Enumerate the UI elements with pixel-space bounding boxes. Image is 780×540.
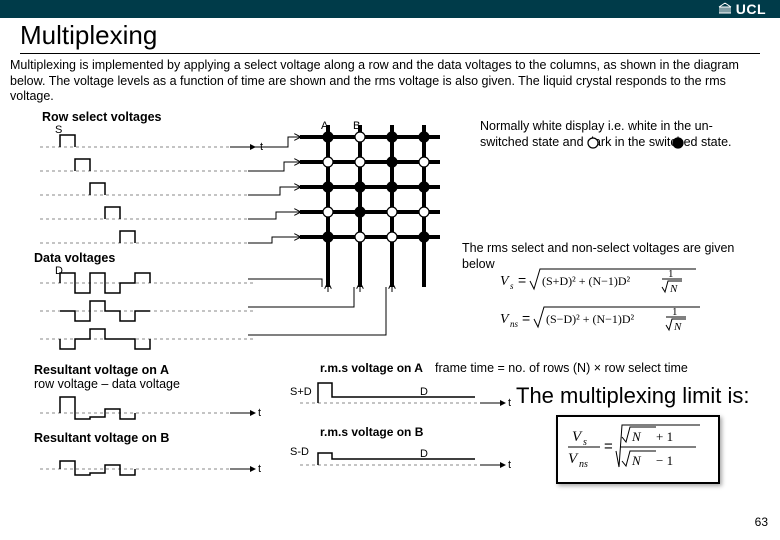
- row-select-waveforms: [30, 125, 270, 255]
- resultant-b-waveform: [30, 449, 270, 485]
- rms-a-diagram: S+D D: [290, 377, 520, 417]
- vns-equation: V ns = (S−D)² + (N−1)D² 1 N: [498, 299, 702, 344]
- page-number: 63: [755, 515, 768, 529]
- t-label-2: t: [258, 407, 261, 419]
- resultant-a-label: Resultant voltage on A: [34, 363, 169, 377]
- data-voltages-label: Data voltages: [34, 251, 115, 265]
- normally-white-text: Normally white display i.e. white in the…: [480, 119, 732, 149]
- row-select-label: Row select voltages: [42, 110, 162, 124]
- svg-text:1: 1: [672, 306, 678, 318]
- multiplexing-limit-text: The multiplexing limit is:: [516, 383, 750, 409]
- svg-text:=: =: [518, 272, 526, 288]
- svg-text:V: V: [500, 312, 510, 327]
- portico-icon: [718, 1, 732, 17]
- ucl-logo: UCL: [718, 1, 766, 17]
- svg-text:=: =: [604, 438, 613, 455]
- svg-text:S-D: S-D: [290, 446, 309, 458]
- col-b-label: B: [353, 120, 360, 132]
- svg-text:1: 1: [668, 268, 674, 280]
- page-title: Multiplexing: [20, 20, 760, 54]
- svg-text:− 1: − 1: [656, 453, 673, 468]
- rms-b-label: r.m.s voltage on B: [320, 425, 423, 439]
- svg-text:N: N: [631, 453, 642, 468]
- resultant-a-sub: row voltage – data voltage: [34, 377, 180, 393]
- svg-text:ns: ns: [579, 459, 588, 470]
- resultant-b-label: Resultant voltage on B: [34, 431, 169, 445]
- svg-text:N: N: [673, 321, 682, 333]
- logo-text: UCL: [736, 1, 766, 17]
- svg-text:=: =: [522, 310, 530, 326]
- svg-text:(S+D)² + (N−1)D²: (S+D)² + (N−1)D²: [542, 274, 631, 288]
- t-label-3: t: [258, 463, 261, 475]
- svg-text:+ 1: + 1: [656, 429, 673, 444]
- data-voltage-waveforms: [30, 265, 270, 353]
- svg-text:ns: ns: [510, 319, 519, 329]
- svg-text:S+D: S+D: [290, 386, 312, 398]
- svg-text:D: D: [420, 448, 428, 460]
- svg-text:s: s: [510, 281, 514, 291]
- t-label-5: t: [508, 459, 511, 471]
- svg-text:V: V: [568, 451, 579, 467]
- svg-text:D: D: [420, 386, 428, 398]
- svg-text:N: N: [631, 429, 642, 444]
- t-label-4: t: [508, 397, 511, 409]
- rms-b-diagram: S-D D: [290, 439, 520, 479]
- col-a-label: A: [321, 120, 328, 132]
- svg-text:V: V: [572, 429, 583, 445]
- resultant-a-waveform: [30, 393, 270, 429]
- svg-text:(S−D)² + (N−1)D²: (S−D)² + (N−1)D²: [546, 312, 635, 326]
- rms-a-label: r.m.s voltage on A: [320, 361, 423, 375]
- frame-time-note: frame time = no. of rows (N) × row selec…: [435, 361, 715, 377]
- black-state-icon: [670, 135, 686, 151]
- ratio-equation: V s V ns = N + 1 N − 1: [556, 415, 720, 484]
- data-connectors: [248, 265, 448, 345]
- normally-white-note: Normally white display i.e. white in the…: [480, 119, 760, 150]
- svg-text:s: s: [583, 437, 587, 448]
- white-state-icon: [585, 135, 601, 151]
- svg-text:V: V: [500, 274, 510, 289]
- svg-text:N: N: [669, 283, 678, 295]
- intro-text: Multiplexing is implemented by applying …: [10, 58, 770, 105]
